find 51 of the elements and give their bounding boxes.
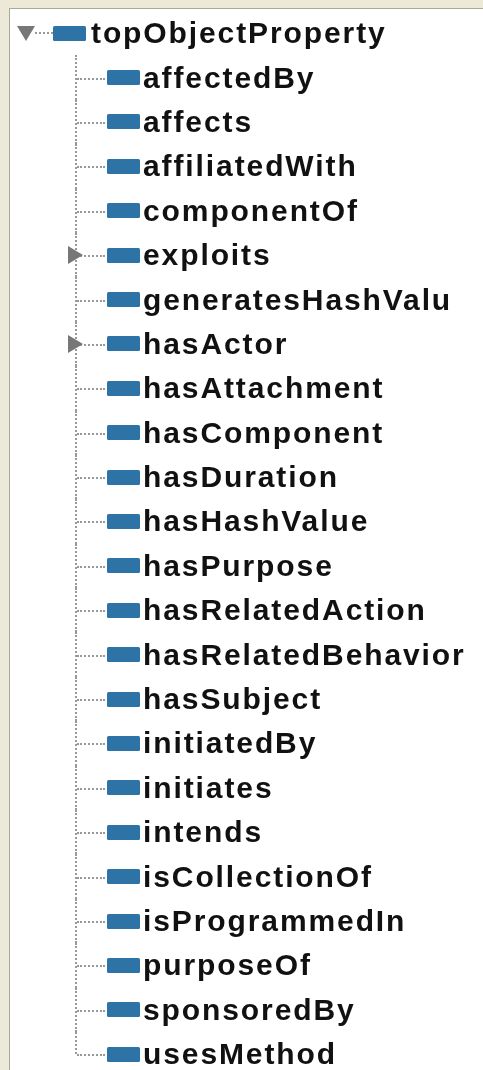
property-icon [107, 203, 140, 219]
property-icon [107, 691, 140, 707]
tree-item[interactable]: initiates [143, 772, 274, 803]
tree-item[interactable]: componentOf [143, 195, 359, 226]
tree-item[interactable]: generatesHashValu [143, 284, 453, 315]
tree-item[interactable]: exploits [143, 240, 272, 271]
tree-item[interactable]: affects [143, 106, 253, 137]
property-icon [107, 957, 140, 973]
tree-item[interactable]: isCollectionOf [143, 861, 373, 892]
tree-item[interactable]: hasDuration [143, 462, 339, 493]
expand-arrow-icon[interactable] [66, 246, 84, 265]
property-icon [107, 380, 140, 396]
expand-arrow-icon[interactable] [66, 334, 84, 353]
property-icon [107, 425, 140, 441]
tree-item[interactable]: affectedBy [143, 62, 316, 93]
tree-item[interactable]: intends [143, 817, 263, 848]
tree-item[interactable]: hasActor [143, 328, 289, 359]
property-icon [107, 114, 140, 130]
property-icon [107, 1002, 140, 1018]
tree-item[interactable]: hasComponent [143, 417, 385, 448]
tree-item[interactable]: hasPurpose [143, 550, 334, 581]
property-icon [107, 158, 140, 174]
tree-item[interactable]: purposeOf [143, 950, 312, 981]
tree-item[interactable]: affiliatedWith [143, 151, 358, 182]
tree-item[interactable]: hasHashValue [143, 506, 370, 537]
property-icon [107, 824, 140, 840]
tree-item[interactable]: hasRelatedAction [143, 595, 427, 626]
property-icon [107, 735, 140, 751]
tree-item[interactable]: initiatedBy [143, 728, 318, 759]
property-icon [107, 469, 140, 485]
tree-item[interactable]: hasRelatedBehavior [143, 639, 466, 670]
property-icon [107, 869, 140, 885]
tree-item[interactable]: topObjectProperty [91, 18, 387, 49]
tree-item[interactable]: sponsoredBy [143, 994, 356, 1025]
property-icon [107, 70, 140, 86]
tree-item[interactable]: usesMethod [143, 1039, 338, 1070]
collapse-arrow-icon[interactable] [17, 24, 35, 43]
tree-item[interactable]: hasSubject [143, 684, 323, 715]
property-icon [107, 292, 140, 308]
property-icon [107, 780, 140, 796]
property-icon [107, 514, 140, 529]
property-icon [53, 25, 86, 41]
property-icon [107, 336, 140, 352]
property-icon [107, 1046, 140, 1062]
property-icon [107, 913, 140, 929]
tree-item[interactable]: hasAttachment [143, 373, 385, 404]
property-icon [107, 602, 140, 618]
property-icon [107, 647, 140, 663]
tree-item[interactable]: isProgrammedIn [143, 906, 407, 936]
property-icon [107, 247, 140, 263]
property-icon [107, 558, 140, 574]
